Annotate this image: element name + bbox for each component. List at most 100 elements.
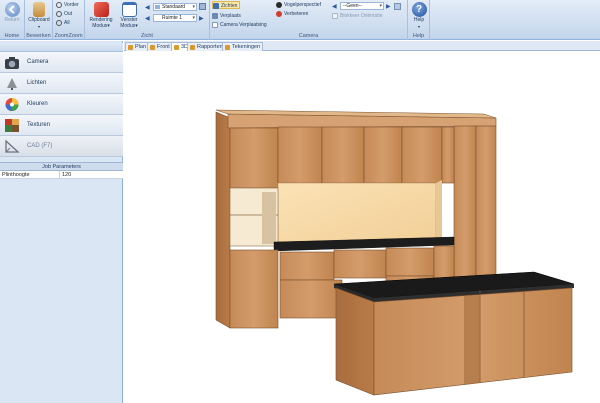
fix-icon (276, 10, 282, 17)
arrow-right-icon[interactable]: ▶ (386, 3, 391, 10)
arrow-right-icon[interactable]: ▶ (199, 15, 204, 22)
camera-verplaatsing-label: Camera Verplaatsing (220, 22, 267, 28)
checkbox-icon (212, 21, 218, 28)
arrow-left-icon[interactable]: ◀ (145, 4, 150, 11)
chevron-down-icon: ▾ (135, 22, 138, 29)
camera-icon (5, 57, 19, 69)
zoom-out-button[interactable]: Out (56, 10, 72, 18)
zoom-all-label: All (64, 20, 70, 26)
nav-label-camera: Camera (27, 59, 49, 65)
return-label: Return (4, 17, 20, 23)
textures-icon (5, 119, 19, 132)
tab-plan[interactable]: Plan (125, 42, 150, 51)
left-pane-titlebar (0, 43, 123, 52)
color-wheel-icon (5, 98, 19, 111)
blokkeer-orientatie-checkbox[interactable]: Blokkeer Oriëntatie (332, 12, 383, 20)
upper-door (277, 126, 323, 184)
help-button[interactable]: ? Help ▾ (408, 2, 430, 30)
geen-combo[interactable]: --Geen-- ▾ (340, 2, 384, 10)
venster-mode-button[interactable]: Venster Modus▾ (116, 2, 142, 29)
chevron-down-icon: ▾ (107, 22, 110, 29)
help-label: Help (413, 17, 425, 23)
drawer (385, 247, 435, 277)
room-combo-value: Ruimte 1 (162, 15, 183, 21)
zoom-in-button[interactable]: Vorder (56, 1, 79, 9)
job-parameter-name: Plinthoogte (2, 172, 30, 178)
zichten-label: Zichten (221, 3, 238, 9)
help-icon: ? (411, 2, 427, 17)
upper-door (229, 127, 279, 189)
cad-icon (5, 139, 20, 153)
home-group-label: Home (4, 33, 20, 39)
zoom-out-label: Out (64, 11, 73, 17)
view-settings-icon[interactable] (199, 3, 206, 10)
tab-tekeningen[interactable]: Tekeningen (222, 42, 264, 51)
view-combo-value: Standaard (162, 4, 186, 10)
nav-item-kleuren[interactable]: Kleuren (0, 94, 123, 115)
ribbon-group-home: Return Home (0, 0, 25, 40)
zoom-all-button[interactable]: All (56, 19, 70, 27)
drawer (333, 249, 387, 279)
zicht-group-label: Zicht (141, 33, 153, 39)
zichten-button[interactable]: Zichten (212, 1, 241, 9)
tab-front[interactable]: Front (147, 42, 173, 51)
checkbox-icon (332, 12, 338, 19)
rendering-mode-button[interactable]: Rendering Modus▾ (86, 2, 116, 29)
niche-back (277, 182, 437, 244)
verplaats-button[interactable]: Verplaats (212, 12, 241, 20)
ribbon-group-camera: Zichten Verplaats Camera Verplaatsing Vo… (210, 0, 408, 40)
magnifier-all-icon (56, 19, 62, 26)
view-combo[interactable]: Standaard ▾ (153, 3, 197, 11)
arrow-left-icon[interactable]: ◀ (145, 15, 150, 22)
geen-combo-value: --Geen-- (343, 3, 362, 9)
rendering-sub-label: Modus (92, 22, 108, 29)
tab-plan-label: Plan (135, 44, 147, 50)
zoom-group-label: ZoomZoom (54, 33, 83, 39)
magnifier-plus-icon (56, 1, 62, 8)
chevron-down-icon: ▾ (192, 15, 195, 21)
open-shelf-inner (262, 192, 276, 244)
nav-label-lichten: Lichten (27, 80, 47, 86)
verbeteren-button[interactable]: Verbeteren (276, 10, 308, 18)
lower-cabinet (229, 249, 279, 329)
magnifier-minus-icon (56, 10, 62, 17)
verbeteren-label: Verbeteren (284, 11, 309, 17)
window-icon (121, 2, 137, 17)
ribbon: Return Home Clipboard ▾ Bewerken Vorder … (0, 0, 600, 40)
nav-label-cad: CAD (F7) (27, 143, 53, 149)
front-icon (150, 45, 155, 50)
3d-viewport[interactable] (124, 52, 600, 403)
upper-door (363, 126, 403, 184)
cube-icon (174, 45, 179, 50)
nav-item-texturen[interactable]: Texturen (0, 115, 123, 136)
chevron-down-icon: ▾ (192, 4, 195, 10)
drawer (279, 251, 335, 281)
camera-settings-icon[interactable] (394, 3, 401, 10)
camera-verplaatsing-button[interactable]: Camera Verplaatsing (212, 21, 267, 29)
vogelperspectief-button[interactable]: Vogelperspectief (276, 1, 321, 9)
nav-item-cad[interactable]: CAD (F7) (0, 136, 123, 157)
move-icon (212, 12, 218, 19)
tab-rapporten[interactable]: Rapporten (187, 42, 226, 51)
job-parameter-value[interactable]: 120 (59, 171, 123, 179)
return-button[interactable]: Return (0, 2, 24, 24)
nav-item-lichten[interactable]: Lichten (0, 73, 123, 94)
blokkeer-orientatie-label: Blokkeer Oriëntatie (340, 13, 383, 19)
job-parameter-row[interactable]: Plinthoogte 120 (0, 171, 123, 179)
upper-door (321, 126, 365, 184)
upper-door (401, 126, 443, 184)
ribbon-group-zoom: Vorder Out All ZoomZoom (53, 0, 85, 40)
nav-label-texturen: Texturen (27, 122, 51, 128)
island-side (335, 287, 375, 396)
upper-cabinets (229, 126, 455, 189)
chevron-down-icon: ▾ (417, 23, 420, 29)
vogelperspectief-label: Vogelperspectief (284, 2, 321, 8)
arrow-left-icon[interactable]: ◀ (332, 3, 337, 10)
clipboard-button[interactable]: Clipboard ▾ (27, 2, 51, 30)
nav-item-camera[interactable]: Camera (0, 52, 123, 73)
help-group-label: Help (412, 33, 425, 39)
bird-icon (276, 1, 282, 8)
room-combo[interactable]: Ruimte 1 ▾ (153, 14, 197, 22)
left-pane: Camera Lichten Kleuren Texturen CAD (F7)… (0, 41, 123, 403)
eye-icon (213, 2, 219, 9)
